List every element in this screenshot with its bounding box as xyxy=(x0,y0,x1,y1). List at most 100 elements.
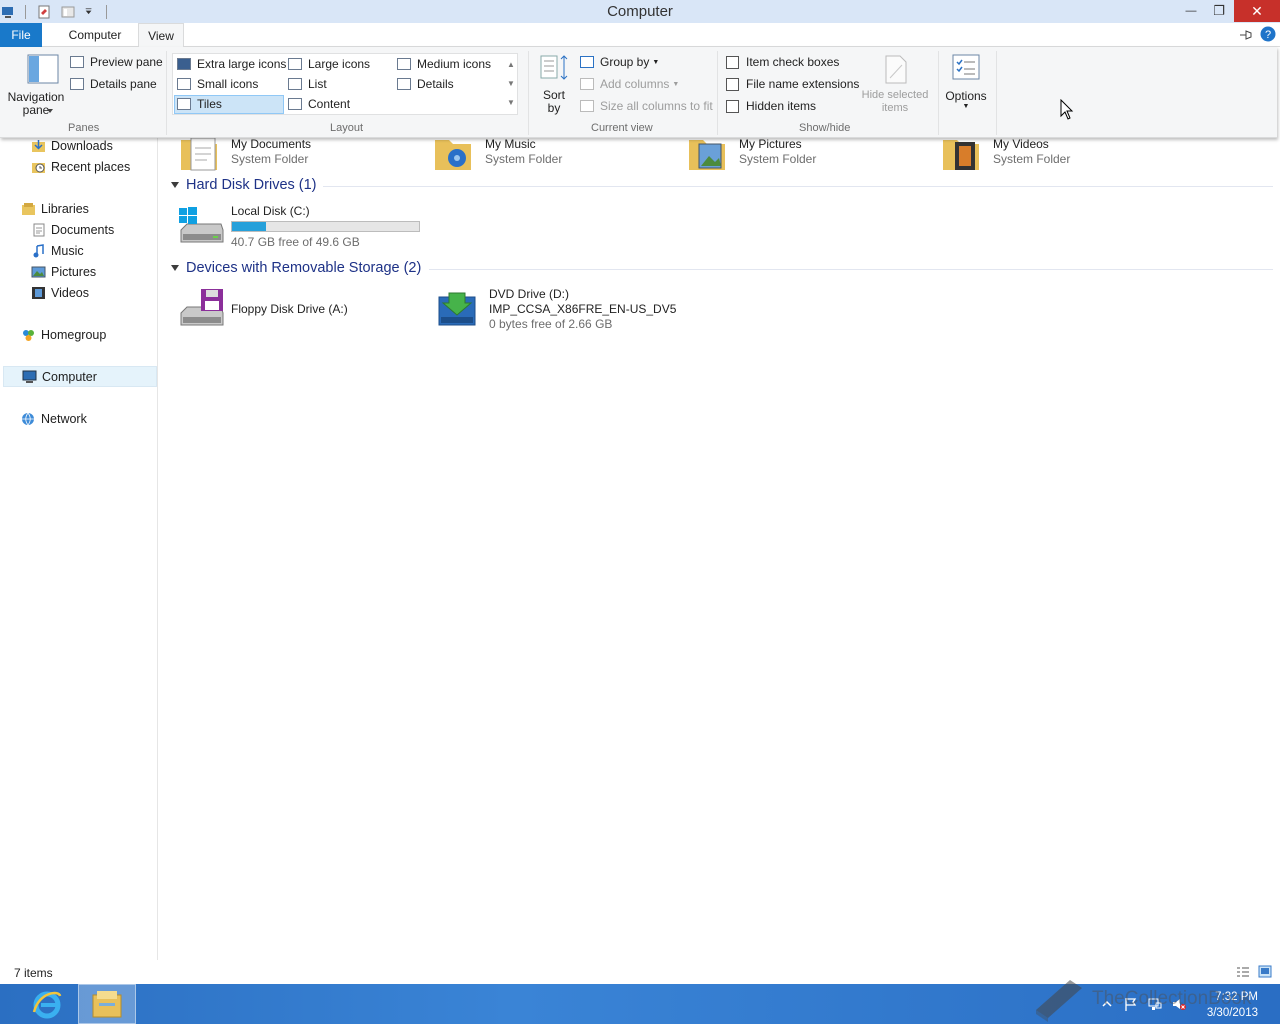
details-pane-icon xyxy=(70,78,84,90)
hidden-items-checkbox[interactable] xyxy=(726,99,739,113)
drive-tile-dvd[interactable]: DVD Drive (D:) IMP_CCSA_X86FRE_EN-US_DV5… xyxy=(435,287,676,332)
large-icons-icon xyxy=(288,58,302,70)
file-name-extensions-toggle[interactable]: File name extensions xyxy=(726,77,859,91)
hidden-items-toggle[interactable]: Hidden items xyxy=(726,99,816,113)
drive-tile-floppy[interactable]: Floppy Disk Drive (A:) xyxy=(177,287,348,331)
taskbar-file-explorer[interactable] xyxy=(78,984,136,1024)
group-separator xyxy=(166,51,167,135)
nav-item-homegroup[interactable]: Homegroup xyxy=(21,328,106,342)
close-icon: ✕ xyxy=(1251,2,1263,19)
minimize-button[interactable]: — xyxy=(1178,0,1204,22)
nav-item-documents[interactable]: Documents xyxy=(31,223,114,237)
maximize-button[interactable]: ❐ xyxy=(1206,0,1232,22)
file-name-extensions-checkbox[interactable] xyxy=(726,77,739,91)
tab-file[interactable]: File xyxy=(0,23,42,47)
sort-by-icon xyxy=(540,55,568,80)
tile-type: System Folder xyxy=(993,152,1071,166)
gallery-more-icon[interactable]: ▼ xyxy=(505,93,517,112)
add-columns-label: Add columns xyxy=(600,77,670,91)
drive-tile-local-disk[interactable]: Local Disk (C:) 40.7 GB free of 49.6 GB xyxy=(177,204,420,250)
nav-item-computer[interactable]: Computer xyxy=(3,366,157,387)
extra-large-icons-icon xyxy=(177,58,191,70)
chevron-down-icon[interactable] xyxy=(85,5,95,19)
nav-item-recent-places[interactable]: Recent places xyxy=(31,160,130,174)
sort-by-button[interactable]: Sort by xyxy=(537,53,571,117)
drive-free-space: 0 bytes free of 2.66 GB xyxy=(489,317,613,331)
preview-pane-button[interactable]: Preview pane xyxy=(70,55,163,69)
explorer-window: Computer — ❐ ✕ File Computer View ? Navi… xyxy=(0,0,1280,1024)
item-check-boxes-toggle[interactable]: Item check boxes xyxy=(726,55,839,69)
layout-item-label: Content xyxy=(308,97,351,111)
nav-item-pictures[interactable]: Pictures xyxy=(31,265,96,279)
layout-tiles[interactable]: Tiles xyxy=(177,97,222,111)
pictures-icon xyxy=(31,266,46,278)
title-bar: Computer — ❐ ✕ xyxy=(0,0,1280,23)
close-button[interactable]: ✕ xyxy=(1234,0,1280,22)
group-header-removable-storage[interactable]: Devices with Removable Storage (2) xyxy=(171,260,1273,276)
layout-large-icons[interactable]: Large icons xyxy=(288,57,370,71)
group-header-hard-disk-drives[interactable]: Hard Disk Drives (1) xyxy=(171,177,1273,193)
drive-usage-bar xyxy=(231,221,420,232)
navigation-pane-button[interactable]: Navigation pane xyxy=(6,53,66,117)
minimize-icon: — xyxy=(1185,5,1197,17)
nav-item-libraries[interactable]: Libraries xyxy=(21,202,89,216)
tab-computer[interactable]: Computer xyxy=(57,23,133,47)
add-columns-button[interactable]: Add columns ▼ xyxy=(580,77,679,91)
nav-item-music[interactable]: Music xyxy=(31,244,84,258)
help-icon[interactable]: ? xyxy=(1260,26,1276,42)
drive-name: Local Disk (C:) xyxy=(231,204,310,218)
drive-free-space: 40.7 GB free of 49.6 GB xyxy=(231,235,360,249)
qat-divider xyxy=(25,4,26,19)
item-count: 7 items xyxy=(14,966,53,980)
medium-icons-icon xyxy=(397,58,411,70)
new-folder-icon[interactable] xyxy=(61,5,75,19)
chevron-up-icon[interactable]: ▲ xyxy=(505,55,517,74)
taskbar-internet-explorer[interactable] xyxy=(18,984,76,1024)
sort-by-label: Sort by xyxy=(542,88,565,115)
layout-details[interactable]: Details xyxy=(397,77,454,91)
properties-icon[interactable] xyxy=(37,5,51,19)
options-button[interactable]: Options ▼ xyxy=(942,53,990,117)
file-name-extensions-label: File name extensions xyxy=(746,77,860,91)
recent-places-icon xyxy=(32,163,45,173)
nav-item-network[interactable]: Network xyxy=(21,412,87,426)
hidden-items-label: Hidden items xyxy=(746,99,817,113)
group-separator xyxy=(938,51,939,135)
group-by-button[interactable]: Group by ▼ xyxy=(580,55,659,69)
small-icons-icon xyxy=(177,78,191,90)
tile-name: My Videos xyxy=(993,137,1049,151)
tile-type: System Folder xyxy=(739,152,817,166)
layout-extra-large-icons[interactable]: Extra large icons xyxy=(177,57,286,71)
windows-drive-icon xyxy=(179,207,224,243)
large-icons-view-icon[interactable] xyxy=(1258,965,1272,978)
layout-small-icons[interactable]: Small icons xyxy=(177,77,258,91)
layout-content[interactable]: Content xyxy=(288,97,350,111)
collapse-triangle-icon[interactable] xyxy=(171,182,179,188)
pin-ribbon-icon[interactable] xyxy=(1238,28,1254,42)
layout-medium-icons[interactable]: Medium icons xyxy=(397,57,491,71)
nav-item-videos[interactable]: Videos xyxy=(31,286,89,300)
group-header-label: Hard Disk Drives (1) xyxy=(186,177,317,193)
chevron-down-icon[interactable]: ▼ xyxy=(505,74,517,93)
dvd-drive-icon xyxy=(438,292,476,326)
layout-item-label: Medium icons xyxy=(417,57,492,71)
computer-system-icon[interactable] xyxy=(1,5,15,19)
details-pane-button[interactable]: Details pane xyxy=(70,77,157,91)
libraries-icon xyxy=(22,203,35,215)
file-explorer-icon xyxy=(92,991,122,1018)
details-icon xyxy=(397,78,411,90)
nav-item-label: Downloads xyxy=(51,139,113,153)
nav-item-downloads[interactable]: Downloads xyxy=(31,139,113,153)
layout-list[interactable]: List xyxy=(288,77,327,91)
nav-item-label: Documents xyxy=(51,223,115,237)
details-pane-label: Details pane xyxy=(90,77,157,91)
group-separator xyxy=(717,51,718,135)
hide-selected-items-button[interactable]: Hide selected items xyxy=(857,53,933,117)
collapse-triangle-icon[interactable] xyxy=(171,265,179,271)
layout-gallery-scroll[interactable]: ▲ ▼ ▼ xyxy=(505,55,517,113)
nav-item-label: Computer xyxy=(42,369,97,384)
item-check-boxes-checkbox[interactable] xyxy=(726,55,739,69)
file-list: My Documents System Folder My Music System… xyxy=(159,137,1280,960)
size-all-columns-button[interactable]: Size all columns to fit xyxy=(580,99,713,113)
tab-view[interactable]: View xyxy=(138,23,184,48)
